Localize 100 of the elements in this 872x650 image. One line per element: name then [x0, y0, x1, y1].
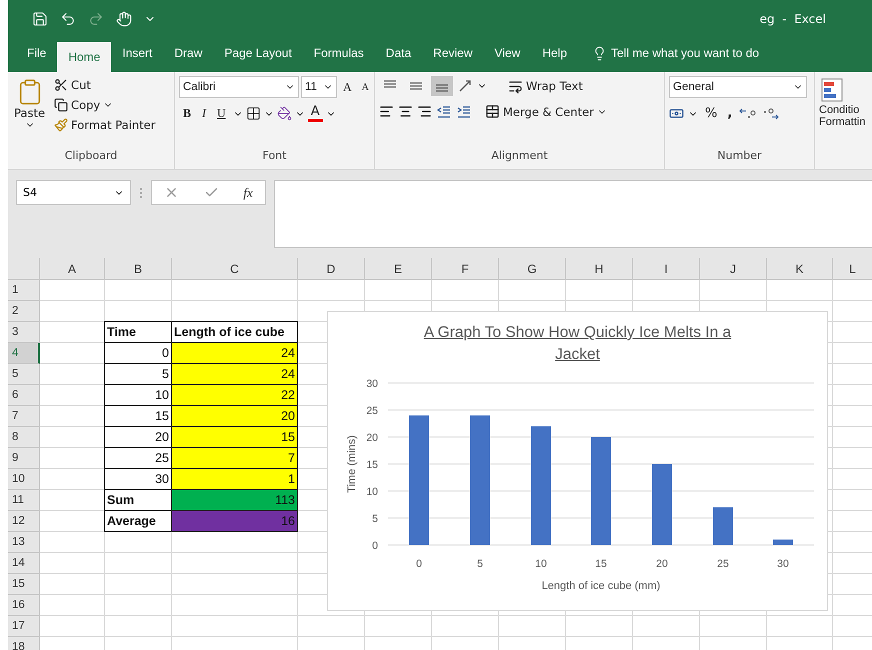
name-box[interactable]: S4 [16, 180, 131, 205]
align-right-icon[interactable] [417, 104, 432, 119]
group-label: Clipboard [64, 149, 118, 164]
orientation-icon[interactable] [457, 78, 473, 94]
column-header[interactable]: F [432, 258, 499, 280]
group-label: Number [716, 149, 763, 164]
row-header[interactable]: 10 [8, 469, 40, 490]
wrap-text-button[interactable]: Wrap Text [505, 76, 586, 96]
table-cell: 24 [171, 342, 298, 364]
drag-handle-icon[interactable] [139, 186, 143, 200]
merge-center-button[interactable]: Merge & Center [482, 102, 610, 121]
ribbon-tab[interactable]: Home [57, 42, 112, 72]
table-cell: 1 [171, 468, 298, 490]
row-header[interactable]: 14 [8, 553, 40, 574]
table-cell: Time [104, 321, 172, 343]
italic-button[interactable]: I [198, 104, 210, 123]
comma-button[interactable]: , [724, 104, 736, 123]
column-header[interactable]: C [172, 258, 298, 280]
touch-mode-icon[interactable] [116, 10, 132, 26]
row-header[interactable]: 6 [8, 385, 40, 406]
undo-icon[interactable] [60, 10, 76, 26]
ribbon-tab[interactable]: Review [422, 38, 484, 68]
underline-button[interactable]: U [213, 104, 230, 123]
ribbon-tab[interactable]: Draw [163, 38, 214, 68]
column-header[interactable]: H [566, 258, 633, 280]
row-header[interactable]: 9 [8, 448, 40, 469]
column-header[interactable]: B [105, 258, 172, 280]
row-header[interactable]: 13 [8, 532, 40, 553]
row-header[interactable]: 11 [8, 490, 40, 511]
tell-me-search[interactable]: Tell me what you want to do [586, 38, 766, 68]
align-center-icon[interactable] [398, 104, 413, 119]
column-header[interactable]: K [767, 258, 833, 280]
copy-button[interactable]: Copy [51, 96, 158, 114]
row-header[interactable]: 16 [8, 595, 40, 616]
row-header[interactable]: 2 [8, 301, 40, 322]
align-left-icon[interactable] [379, 104, 394, 119]
save-icon[interactable] [32, 10, 48, 26]
column-header[interactable]: I [633, 258, 700, 280]
formula-input-field[interactable] [274, 180, 872, 248]
conditional-formatting-button[interactable]: Conditio Formattin [819, 76, 868, 130]
column-header[interactable]: D [298, 258, 365, 280]
row-header[interactable]: 8 [8, 427, 40, 448]
ribbon-tab[interactable]: Page Layout [213, 38, 303, 68]
x-tick-label: 15 [595, 558, 607, 570]
row-header[interactable]: 12 [8, 511, 40, 532]
align-button[interactable] [431, 76, 453, 96]
number-format-field[interactable]: General [669, 76, 807, 98]
x-tick-label: 30 [777, 558, 789, 570]
column-header[interactable]: A [40, 258, 105, 280]
y-tick-label: 5 [372, 513, 378, 525]
currency-icon[interactable] [669, 106, 684, 121]
ribbon-tab[interactable]: Data [374, 38, 422, 68]
column-header[interactable]: L [833, 258, 872, 280]
merge-cells-icon [485, 104, 500, 119]
ribbon-tab[interactable]: Formulas [302, 38, 375, 68]
row-header[interactable]: 15 [8, 574, 40, 595]
ribbon-tab[interactable]: Help [531, 38, 578, 68]
y-tick-label: 0 [372, 540, 378, 552]
column-header[interactable]: G [499, 258, 566, 280]
table-cell: 16 [171, 510, 298, 532]
grow-font-button[interactable]: A [339, 78, 356, 96]
row-header[interactable]: 4 [8, 343, 40, 364]
y-tick-label: 20 [366, 432, 378, 444]
row-header[interactable]: 5 [8, 364, 40, 385]
font-name-field[interactable]: Calibri [179, 76, 299, 98]
paste-button[interactable]: Paste [12, 76, 48, 149]
y-tick-label: 10 [366, 486, 378, 498]
row-header[interactable]: 7 [8, 406, 40, 427]
row-header[interactable]: 1 [8, 280, 40, 301]
percent-button[interactable]: % [702, 104, 720, 123]
x-tick-label: 20 [656, 558, 668, 570]
increase-decimal-icon[interactable] [739, 106, 758, 120]
decrease-decimal-icon[interactable] [761, 106, 780, 120]
fill-color-icon[interactable] [276, 106, 292, 121]
row-header[interactable]: 3 [8, 322, 40, 343]
decrease-indent-icon[interactable] [436, 104, 452, 120]
borders-icon[interactable] [246, 106, 261, 121]
increase-indent-icon[interactable] [456, 104, 472, 120]
x-tick-label: 0 [416, 558, 422, 570]
table-cell: 22 [171, 384, 298, 406]
ribbon-tab[interactable]: View [484, 38, 532, 68]
y-axis-title: Time (mins) [346, 435, 358, 493]
column-header[interactable]: J [700, 258, 767, 280]
shrink-font-button[interactable]: A [358, 80, 373, 94]
row-header[interactable]: 17 [8, 616, 40, 637]
insert-function-button[interactable]: fx [243, 184, 253, 200]
ribbon-tab[interactable]: Insert [111, 38, 164, 68]
x-tick-label: 25 [717, 558, 729, 570]
format-painter-button[interactable]: Format Painter [51, 116, 158, 134]
cut-button[interactable]: Cut [51, 76, 158, 94]
ribbon-tab[interactable]: File [16, 38, 58, 68]
wrap-text-icon [508, 78, 523, 94]
table-cell: 24 [171, 363, 298, 385]
font-size-field[interactable]: 11 [301, 76, 337, 98]
paintbrush-icon [54, 118, 68, 132]
font-color-button[interactable]: A [308, 105, 323, 122]
bold-button[interactable]: B [179, 104, 196, 123]
table-cell: 113 [171, 489, 298, 511]
column-header[interactable]: E [365, 258, 432, 280]
row-header[interactable]: 18 [8, 637, 40, 650]
